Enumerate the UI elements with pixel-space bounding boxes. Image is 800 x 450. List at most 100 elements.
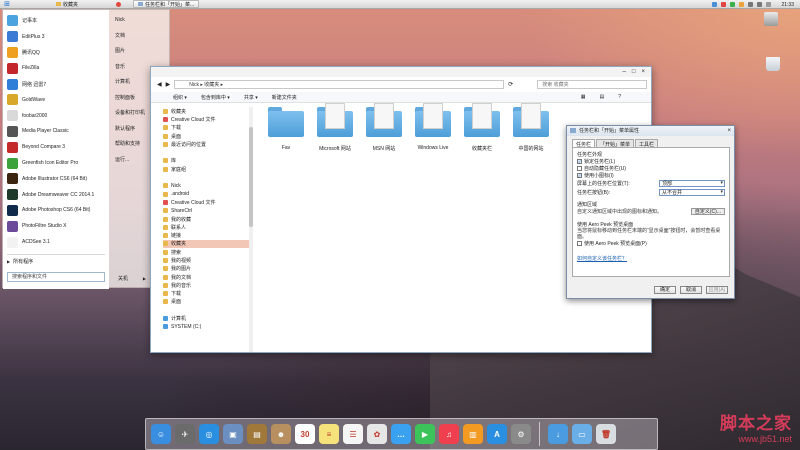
customize-button[interactable]: 自定义(C)... [690,208,725,215]
start-program-item[interactable]: Media Player Classic [3,124,109,140]
nav-item[interactable]: 下载 [163,290,253,298]
start-program-item[interactable]: 网络 迅雷7 [3,76,109,92]
folder-item[interactable]: Microsoft 网站 [310,103,360,152]
taskbar-position-select[interactable]: 顶部 [659,180,725,187]
start-program-item[interactable]: EditPlus 3 [3,29,109,45]
tray-icon[interactable] [730,2,736,7]
back-arrow-icon[interactable]: ◀ [157,81,162,88]
settings-icon[interactable]: ⚙ [511,424,531,444]
checkbox-row[interactable]: 使用 Aero Peek 预览桌面(P) [577,240,725,247]
folder-item[interactable]: Windows Live [408,103,458,151]
nav-item[interactable]: 计算机 [163,314,253,322]
flag-icon[interactable] [766,2,772,7]
clock[interactable]: 21:33 [781,2,794,8]
start-place-item[interactable]: Nick [113,12,169,28]
task-button-explorer[interactable]: 收藏夹 [52,0,82,8]
all-programs-button[interactable]: ▶ 所有程序 [7,258,33,265]
organize-button[interactable]: 组织 ▾ [173,94,187,101]
desktop-icon-recycle-bin[interactable] [766,57,780,71]
start-program-item[interactable]: GoldWave [3,92,109,108]
include-library-button[interactable]: 包含到库中 ▾ [201,94,230,101]
folder-item[interactable]: 收藏夹栏 [457,103,507,152]
maximize-icon[interactable]: □ [632,67,636,77]
taskbar-buttons-select[interactable]: 从不合并 [659,189,725,196]
nav-item[interactable]: 我的图片 [163,265,253,273]
nav-item[interactable]: Creative Cloud 文件 [163,115,253,123]
start-search-input[interactable]: 搜索程序和文件 [7,272,105,282]
calendar-icon[interactable]: 30 [295,424,315,444]
nav-item[interactable]: Nick [163,182,253,190]
nav-item[interactable]: 家庭组 [163,165,253,173]
nav-item[interactable]: 我的视频 [163,256,253,264]
nav-scrollbar[interactable] [249,107,253,352]
shutdown-button[interactable]: 关机 ▶ [115,274,149,283]
tray-icon[interactable] [721,2,727,7]
notes-icon[interactable]: ≡ [319,424,339,444]
arrow-right-icon[interactable]: ▶ [143,276,146,281]
desktop-icon-computer[interactable] [764,12,778,26]
start-place-item[interactable]: 图片 [113,43,169,59]
reminders-icon[interactable]: ☰ [343,424,363,444]
nav-item[interactable]: 搜索 [163,248,253,256]
start-place-item[interactable]: 文档 [113,28,169,44]
facetime-icon[interactable]: ▶ [415,424,435,444]
start-program-item[interactable]: FileZilla [3,60,109,76]
close-icon[interactable]: × [641,67,645,77]
preview-pane-icon[interactable]: ▤ [599,94,604,100]
nav-item[interactable]: 链接 [163,231,253,239]
nav-item[interactable]: 收藏夹 [163,107,253,115]
view-toggle-icon[interactable]: ▦ [581,94,586,100]
tray-icon[interactable] [712,2,718,7]
nav-item[interactable]: 桌面 [163,132,253,140]
safari-icon[interactable]: ◎ [199,424,219,444]
checkbox-row[interactable]: 自动隐藏任务栏(U) [577,165,725,172]
lock-taskbar-checkbox[interactable]: ✓ [577,159,582,164]
task-button-chrome[interactable] [112,0,125,8]
task-button-taskbar-properties[interactable]: 任务栏和「开始」菜... [133,0,200,8]
nav-item[interactable]: 我的音乐 [163,281,253,289]
nav-item[interactable]: 桌面 [163,298,253,306]
messages-icon[interactable]: … [391,424,411,444]
downloads-icon[interactable]: ↓ [548,424,568,444]
appstore-icon[interactable]: A [487,424,507,444]
nav-item[interactable]: 我的收藏 [163,215,253,223]
cancel-button[interactable]: 取消 [680,286,702,294]
music-icon[interactable]: ♫ [439,424,459,444]
books-icon[interactable]: ▥ [463,424,483,444]
start-program-item[interactable]: Beyond Compare 3 [3,139,109,155]
close-icon[interactable]: × [727,127,731,135]
minimize-icon[interactable]: – [623,67,626,77]
nav-item[interactable]: 我的文档 [163,273,253,281]
nav-item[interactable]: 最近访问的位置 [163,140,253,148]
start-program-item[interactable]: Adobe Photoshop CS6 (64 Bit) [3,203,109,219]
nav-item[interactable]: ShareCtrl [163,207,253,215]
refresh-icon[interactable]: ⟳ [508,81,513,88]
start-program-item[interactable]: 记事本 [3,13,109,29]
network-icon[interactable] [757,2,763,7]
preview-icon[interactable]: ▣ [223,424,243,444]
photos-icon[interactable]: ✿ [367,424,387,444]
start-program-item[interactable]: PhotoFiltre Studio X [3,218,109,234]
explorer-search-input[interactable]: 搜索 收藏夹 [537,79,648,89]
help-icon[interactable]: ? [618,94,621,100]
nav-item[interactable]: SYSTEM (C:) [163,323,253,331]
trash-icon[interactable]: 🗑 [596,424,616,444]
start-button[interactable]: ⊞ [0,0,14,9]
start-program-item[interactable]: foobar2000 [3,108,109,124]
nav-item[interactable]: Creative Cloud 文件 [163,198,253,206]
folder-item[interactable]: 中国的网站 [506,103,556,152]
nav-item[interactable]: .android [163,190,253,198]
checkbox-row[interactable]: ✓ 锁定任务栏(L) [577,158,725,165]
ok-button[interactable]: 确定 [654,286,676,294]
nav-item[interactable]: 库 [163,157,253,165]
start-program-item[interactable]: Adobe Illustrator CS6 (64 Bit) [3,171,109,187]
notebook-icon[interactable]: ▤ [247,424,267,444]
help-link[interactable]: 如何自定义该任务栏？ [577,256,627,262]
finder-icon[interactable]: ☺ [151,424,171,444]
new-folder-button[interactable]: 新建文件夹 [272,94,297,101]
auto-hide-checkbox[interactable] [577,166,582,171]
folder-item[interactable]: MSN 网站 [359,103,409,152]
launchpad-icon[interactable]: ✈ [175,424,195,444]
start-program-item[interactable]: Greenfish Icon Editor Pro [3,155,109,171]
tray-icon[interactable] [739,2,745,7]
